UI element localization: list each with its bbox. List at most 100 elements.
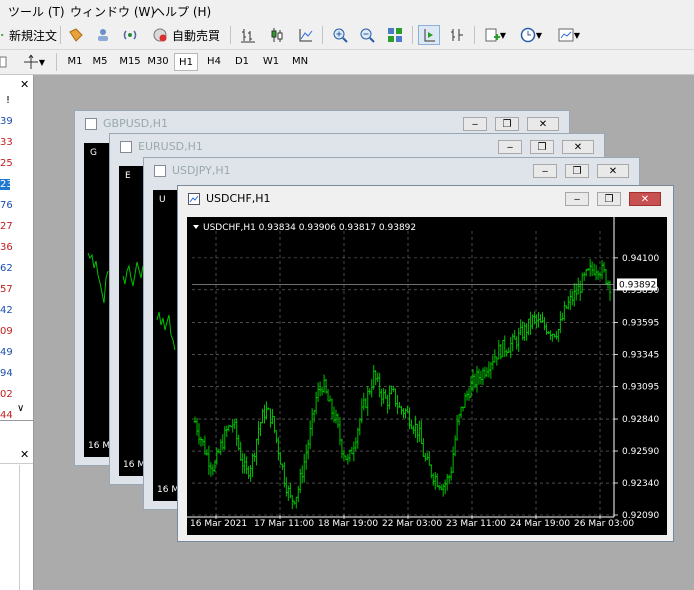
y-tick-label: 0.94100 bbox=[622, 254, 659, 264]
zoom-out-icon bbox=[360, 28, 375, 43]
x-tick-label: 23 Mar 11:00 bbox=[446, 519, 506, 529]
window-title: EURUSD,H1 bbox=[138, 140, 203, 153]
indicators-button[interactable]: ▼ bbox=[481, 25, 509, 45]
x-tick-label: 24 Mar 19:00 bbox=[510, 519, 570, 529]
minimize-button[interactable]: ‒ bbox=[498, 140, 522, 154]
timeframe-m15[interactable]: M15 bbox=[118, 53, 142, 71]
y-tick-label: 0.93595 bbox=[622, 318, 659, 328]
window-title: GBPUSD,H1 bbox=[103, 117, 168, 130]
x-tick-label: 18 Mar 19:00 bbox=[318, 519, 378, 529]
market-watch-value[interactable]: 42 bbox=[0, 305, 13, 316]
market-watch-value[interactable]: 76 bbox=[0, 200, 13, 211]
window-titlebar[interactable]: USDJPY,H1 ‒ ❐ ✕ bbox=[144, 158, 639, 184]
new-order-label: 新規注文 bbox=[8, 28, 57, 43]
autoscroll-button[interactable] bbox=[418, 25, 440, 45]
timeframe-mn[interactable]: MN bbox=[288, 53, 312, 71]
timeframe-m1[interactable]: M1 bbox=[64, 53, 86, 71]
market-watch-value[interactable]: 49 bbox=[0, 347, 13, 358]
market-watch-value[interactable]: 33 bbox=[0, 137, 13, 148]
market-watch-value[interactable]: 36 bbox=[0, 242, 13, 253]
timeframe-h1[interactable]: H1 bbox=[174, 53, 198, 71]
navigator-button[interactable] bbox=[66, 25, 86, 45]
crosshair-icon bbox=[23, 54, 38, 69]
dropdown-arrow-icon: ▼ bbox=[499, 30, 507, 40]
chart-canvas[interactable]: 0.94100 0.93850 0.93595 0.93345 0.93095 0.928… bbox=[187, 217, 667, 535]
market-watch-value[interactable]: 57 bbox=[0, 284, 13, 295]
menu-bar: ツール (T) ウィンドウ (W) ヘルプ (H) bbox=[0, 0, 694, 22]
minimize-button[interactable]: ‒ bbox=[463, 117, 487, 131]
new-order-button[interactable]: 新規注文 bbox=[0, 25, 58, 45]
timeframe-w1[interactable]: W1 bbox=[260, 53, 282, 71]
menu-window[interactable]: ウィンドウ (W) bbox=[70, 3, 155, 20]
maximize-button[interactable]: ❐ bbox=[597, 192, 621, 206]
zoom-out-button[interactable] bbox=[357, 25, 377, 45]
window-titlebar[interactable]: USDCHF,H1 ‒ ❐ ✕ bbox=[178, 186, 673, 212]
autoscroll-icon bbox=[424, 29, 435, 42]
close-icon[interactable]: ✕ bbox=[20, 448, 29, 461]
signals-button[interactable] bbox=[120, 25, 140, 45]
close-button[interactable]: ✕ bbox=[629, 192, 661, 206]
close-icon[interactable]: ✕ bbox=[20, 78, 29, 91]
candlestick-icon bbox=[271, 28, 283, 42]
market-watch-value[interactable]: 39 bbox=[0, 116, 13, 127]
timeframe-bar: ▼ M1 M5 M15 M30 H1 H4 D1 W1 MN bbox=[0, 50, 694, 75]
menu-help[interactable]: ヘルプ (H) bbox=[153, 3, 211, 20]
templates-button[interactable]: ▼ bbox=[554, 25, 584, 45]
chart-window-icon bbox=[188, 193, 200, 205]
minimize-button[interactable]: ‒ bbox=[533, 164, 557, 178]
person-icon bbox=[98, 29, 108, 41]
tile-windows-button[interactable] bbox=[385, 25, 405, 45]
market-watch-value[interactable]: 94 bbox=[0, 368, 13, 379]
market-watch-value[interactable]: 02 bbox=[0, 389, 13, 400]
terminal-button[interactable] bbox=[93, 25, 113, 45]
close-button[interactable]: ✕ bbox=[527, 117, 559, 131]
maximize-button[interactable]: ❐ bbox=[495, 117, 519, 131]
chart-shift-button[interactable] bbox=[447, 25, 467, 45]
market-watch-value[interactable]: 23 bbox=[0, 179, 13, 190]
periods-button[interactable]: ▼ bbox=[516, 25, 546, 45]
dropdown-arrow-icon: ▼ bbox=[573, 30, 581, 40]
candlestick-button[interactable] bbox=[267, 25, 287, 45]
auto-trade-button[interactable]: 自動売買 bbox=[148, 25, 224, 45]
timeframe-d1[interactable]: D1 bbox=[230, 53, 254, 71]
dropdown-arrow-icon: ▼ bbox=[535, 30, 543, 40]
market-watch-value[interactable]: 27 bbox=[0, 221, 13, 232]
chart-header-ohlc: USDCHF,H1 0.93834 0.93906 0.93817 0.9389… bbox=[203, 223, 416, 233]
toolbar-icon[interactable] bbox=[0, 52, 8, 72]
timeframe-m30[interactable]: M30 bbox=[146, 53, 170, 71]
tile-icon bbox=[388, 28, 402, 42]
minimize-button[interactable]: ‒ bbox=[565, 192, 589, 206]
market-watch-value[interactable]: 09 bbox=[0, 326, 13, 337]
maximize-button[interactable]: ❐ bbox=[565, 164, 589, 178]
chart-window-usdchf[interactable]: USDCHF,H1 ‒ ❐ ✕ 0.94100 0.93850 0.93595 0.9… bbox=[177, 185, 674, 542]
market-watch-value[interactable]: ! bbox=[0, 95, 10, 106]
close-button[interactable]: ✕ bbox=[562, 140, 594, 154]
toolbar: 新規注文 自動売買 ▼ ▼ ▼ bbox=[0, 22, 694, 50]
bar-chart-icon bbox=[241, 29, 255, 43]
auto-trade-label: 自動売買 bbox=[171, 28, 220, 43]
y-tick-label: 0.93095 bbox=[622, 382, 659, 392]
price-chart: 0.941000.938500.935950.933450.930950.928… bbox=[187, 217, 659, 529]
zoom-in-button[interactable] bbox=[330, 25, 350, 45]
cursor-mode-button[interactable]: ▼ bbox=[20, 52, 48, 72]
y-tick-label: 0.93345 bbox=[622, 350, 659, 360]
scroll-down-icon[interactable]: ∨ bbox=[17, 403, 24, 414]
line-chart-button[interactable] bbox=[296, 25, 316, 45]
dropdown-arrow-icon: ▼ bbox=[38, 57, 46, 67]
timeframe-m5[interactable]: M5 bbox=[88, 53, 112, 71]
chart-window-icon bbox=[120, 141, 132, 153]
signal-icon bbox=[123, 30, 137, 40]
x-tick-label: 22 Mar 03:00 bbox=[382, 519, 442, 529]
collapse-triangle-icon bbox=[193, 225, 199, 229]
timeframe-h4[interactable]: H4 bbox=[202, 53, 226, 71]
auto-trade-icon bbox=[153, 28, 167, 42]
bar-chart-button[interactable] bbox=[238, 25, 258, 45]
menu-tools[interactable]: ツール (T) bbox=[8, 3, 65, 20]
market-watch-value[interactable]: 25 bbox=[0, 158, 13, 169]
market-watch-value[interactable]: 62 bbox=[0, 263, 13, 274]
x-tick-label: 26 Mar 03:00 bbox=[574, 519, 634, 529]
folder-icon bbox=[69, 28, 83, 42]
close-button[interactable]: ✕ bbox=[597, 164, 629, 178]
grip-icon bbox=[0, 56, 7, 68]
maximize-button[interactable]: ❐ bbox=[530, 140, 554, 154]
